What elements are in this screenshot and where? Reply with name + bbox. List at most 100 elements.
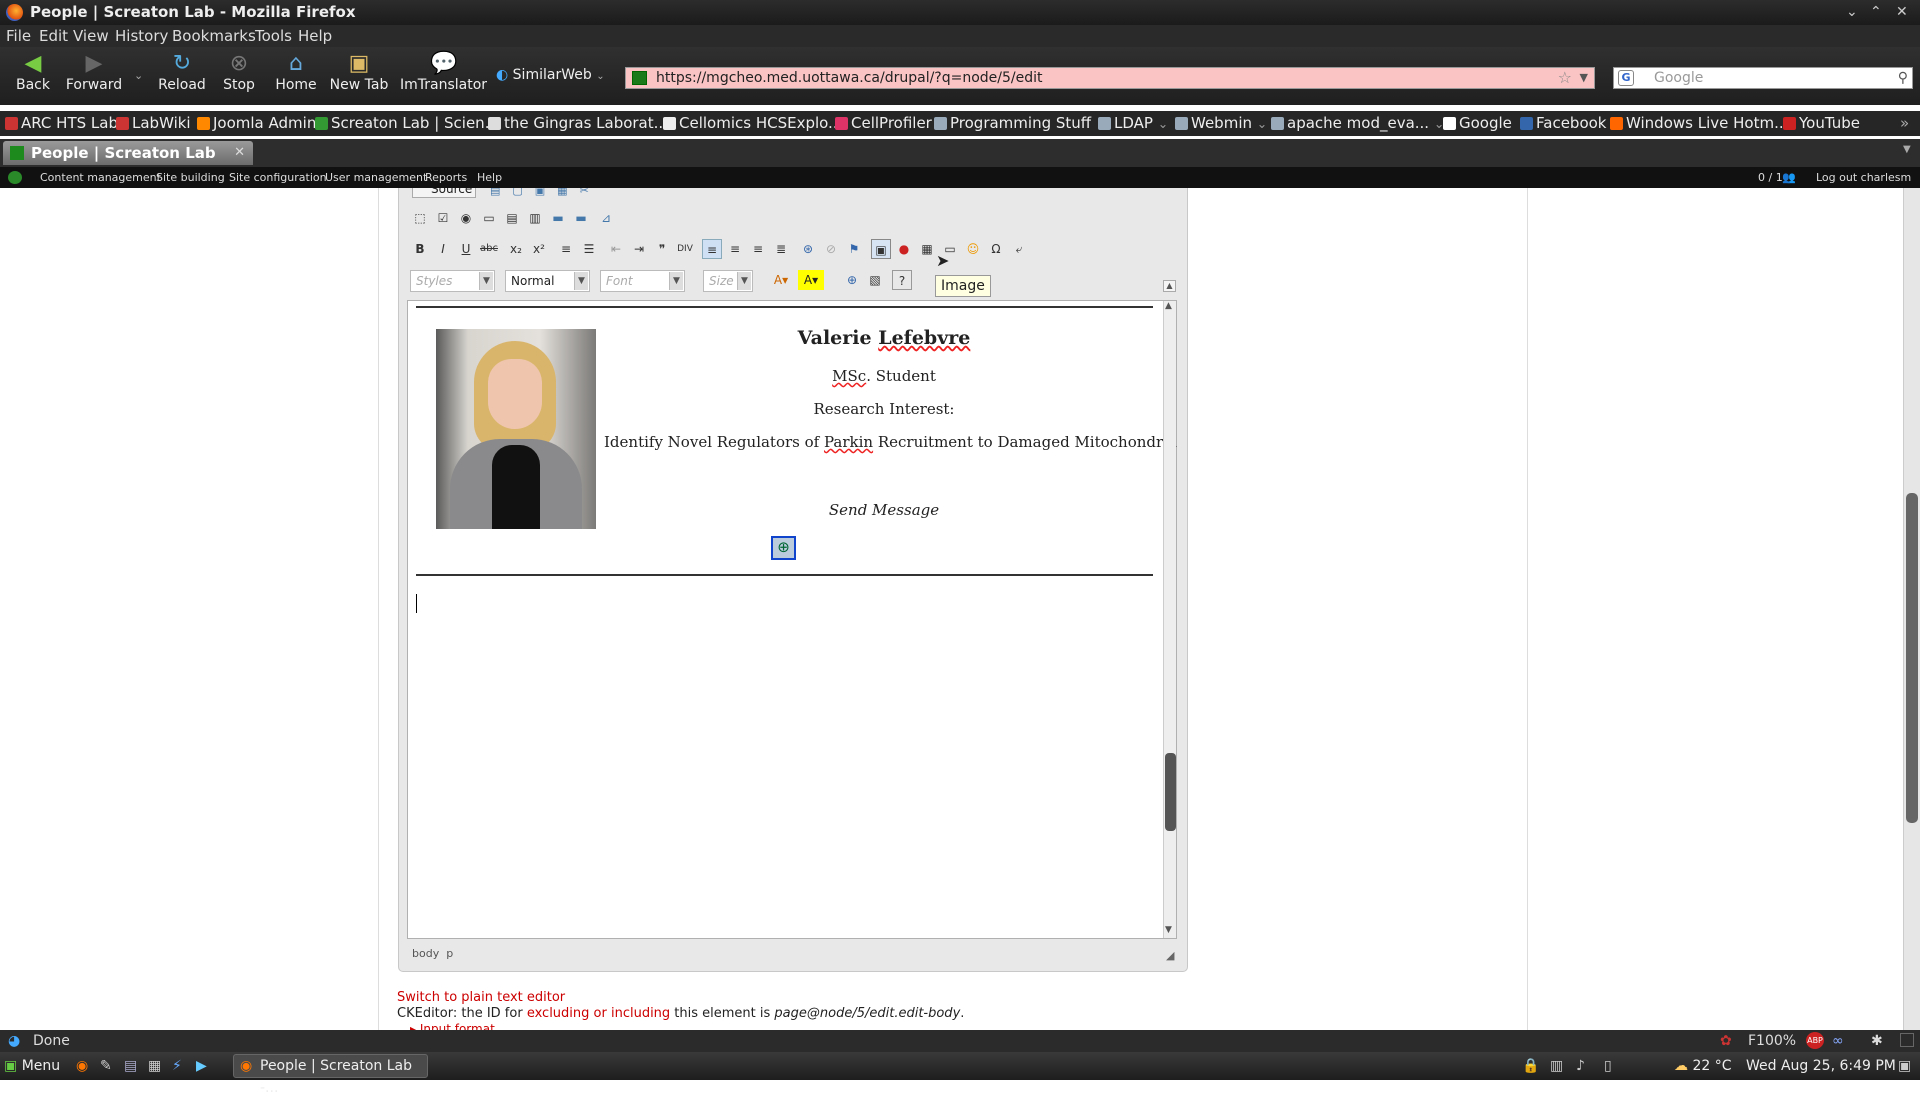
site-identity-icon[interactable] <box>632 71 647 85</box>
maximize-icon[interactable]: ⌃ <box>1870 0 1882 25</box>
menu-help[interactable]: Help <box>298 25 332 47</box>
page-scrollbar-thumb[interactable] <box>1906 493 1918 823</box>
superscript-icon[interactable]: x² <box>529 239 549 259</box>
url-dropdown-icon[interactable]: ▼ <box>1580 68 1588 88</box>
blockquote-icon[interactable]: ❞ <box>652 239 672 259</box>
outdent-icon[interactable]: ⇤ <box>606 239 626 259</box>
admin-menu-content-management[interactable]: Content management <box>40 167 161 188</box>
tab-list-icon[interactable]: ▼ <box>1903 144 1911 155</box>
url-bar[interactable]: https://mgcheo.med.uottawa.ca/drupal/?q=… <box>625 67 1595 89</box>
infinity-icon[interactable]: ∞ <box>1832 1030 1844 1052</box>
source-button[interactable]: Source <box>412 188 476 198</box>
special-char-icon[interactable]: Ω <box>986 239 1006 259</box>
editor-launcher-icon[interactable]: ✎ <box>100 1052 112 1080</box>
resize-handle-icon[interactable]: ◢ <box>1166 949 1178 962</box>
scroll-down-icon[interactable]: ▼ <box>1165 925 1172 935</box>
bookmark-item[interactable]: Facebook <box>1520 111 1606 136</box>
google-engine-icon[interactable]: G <box>1618 70 1634 86</box>
image-icon[interactable]: ▣ <box>871 239 891 259</box>
show-blocks-icon[interactable]: ▧ <box>865 270 885 290</box>
tab-people-screaton-lab[interactable]: People | Screaton Lab ✕ <box>3 141 253 165</box>
strike-icon[interactable]: abc <box>479 239 499 259</box>
admin-menu-user-management[interactable]: User management <box>325 167 427 188</box>
textarea-icon[interactable]: ▤ <box>502 208 522 228</box>
numbered-list-icon[interactable]: ≡ <box>556 239 576 259</box>
clock[interactable]: Wed Aug 25, 6:49 PM <box>1746 1052 1896 1080</box>
justify-icon[interactable]: ≣ <box>771 239 791 259</box>
bookmarks-overflow-icon[interactable]: » <box>1900 111 1909 136</box>
bookmark-folder[interactable]: LDAP ⌄ <box>1098 111 1168 136</box>
status-panel-icon[interactable] <box>1900 1033 1914 1047</box>
admin-menu-reports[interactable]: Reports <box>425 167 467 188</box>
editor-scrollbar[interactable]: ▲ ▼ <box>1163 301 1176 938</box>
bookmark-item[interactable]: Google <box>1443 111 1512 136</box>
tray-icon[interactable]: ▣ <box>1898 1052 1911 1080</box>
bookmark-item[interactable]: Windows Live Hotm... <box>1610 111 1788 136</box>
radio-icon[interactable]: ◉ <box>456 208 476 228</box>
format-combo[interactable]: Normal ▼ <box>505 270 590 292</box>
drupal-icon[interactable] <box>8 171 22 184</box>
checkbox-icon[interactable]: ☑ <box>433 208 453 228</box>
page-break-icon[interactable]: ⤶ <box>1009 239 1029 259</box>
toolbar-row-1-icons[interactable]: ▤▢▣▦✂▥▧▨▩▤◇↶↷▦▦▣▤ <box>490 188 850 198</box>
font-combo[interactable]: Font ▼ <box>600 270 685 292</box>
send-message-link[interactable]: Send Message <box>604 501 1164 519</box>
flash-launcher-icon[interactable]: ⚡ <box>172 1052 182 1080</box>
indent-icon[interactable]: ⇥ <box>629 239 649 259</box>
table-icon[interactable]: ▦ <box>917 239 937 259</box>
link-icon[interactable]: ⊛ <box>798 239 818 259</box>
div-container-icon[interactable]: DIV <box>675 239 695 259</box>
zoom-level[interactable]: F100% <box>1748 1030 1796 1052</box>
bookmark-item[interactable]: CellProfiler <box>835 111 932 136</box>
addon-icon[interactable]: ✿ <box>1720 1030 1732 1052</box>
imtranslator-button[interactable]: 💬 ImTranslator <box>400 53 487 94</box>
media-launcher-icon[interactable]: ▶ <box>196 1052 207 1080</box>
align-left-icon[interactable]: ≡ <box>702 239 722 259</box>
lock-icon[interactable]: 🔒 <box>1522 1052 1539 1080</box>
close-tab-icon[interactable]: ✕ <box>234 141 245 165</box>
bookmark-star-icon[interactable]: ☆ <box>1558 68 1572 88</box>
unlink-icon[interactable]: ⊘ <box>821 239 841 259</box>
profile-photo[interactable] <box>436 329 596 529</box>
bookmark-item[interactable]: ARC HTS Lab <box>5 111 118 136</box>
network-icon[interactable]: ▥ <box>1550 1052 1563 1080</box>
bookmark-folder[interactable]: apache mod_eva... ⌄ <box>1271 111 1444 136</box>
bookmark-item[interactable]: Screaton Lab | Scien... <box>315 111 499 136</box>
textfield-icon[interactable]: ▭ <box>479 208 499 228</box>
form-icon[interactable]: ⬚ <box>410 208 430 228</box>
menu-bookmarks[interactable]: Bookmarks <box>172 25 256 47</box>
bookmark-item[interactable]: the Gingras Laborat... <box>488 111 668 136</box>
text-color-icon[interactable]: A▾ <box>768 270 794 290</box>
menu-file[interactable]: File <box>6 25 31 47</box>
italic-icon[interactable]: I <box>433 239 453 259</box>
scroll-up-icon[interactable]: ▲ <box>1165 301 1172 311</box>
bold-icon[interactable]: B <box>410 239 430 259</box>
admin-menu-help[interactable]: Help <box>477 167 502 188</box>
background-color-icon[interactable]: A▾ <box>798 270 824 290</box>
subscript-icon[interactable]: x₂ <box>506 239 526 259</box>
bookmark-folder[interactable]: Webmin ⌄ <box>1175 111 1267 136</box>
hidden-field-icon[interactable]: ⊿ <box>596 208 616 228</box>
image-button-icon[interactable]: ▬ <box>571 208 591 228</box>
select-icon[interactable]: ▥ <box>525 208 545 228</box>
notes-launcher-icon[interactable]: ▤ <box>124 1052 137 1080</box>
home-button[interactable]: ⌂ Home <box>263 53 329 94</box>
gear-icon[interactable]: ✱ <box>1871 1030 1883 1052</box>
back-to-top-icon[interactable]: ⊕ <box>771 536 796 560</box>
back-button[interactable]: ◀ Back <box>0 53 66 94</box>
adblock-icon[interactable]: ABP <box>1806 1032 1824 1049</box>
switch-editor-link[interactable]: Switch to plain text editor <box>397 990 565 1005</box>
menu-tools[interactable]: Tools <box>255 25 292 47</box>
history-dropdown-icon[interactable]: ⌄ <box>134 69 143 82</box>
menu-history[interactable]: History <box>115 25 168 47</box>
button-icon[interactable]: ▬ <box>548 208 568 228</box>
path-p[interactable]: p <box>446 947 453 960</box>
forward-button[interactable]: ▶ Forward <box>61 53 127 94</box>
logout-link[interactable]: Log out charlesm <box>1816 167 1911 188</box>
collapse-toolbar-icon[interactable]: ▲ <box>1163 280 1176 292</box>
bulleted-list-icon[interactable]: ☰ <box>579 239 599 259</box>
excluding-including-link[interactable]: excluding or including <box>527 1006 670 1021</box>
editor-scrollbar-thumb[interactable] <box>1165 753 1176 831</box>
battery-icon[interactable]: ▯ <box>1604 1052 1612 1080</box>
search-bar[interactable]: G Google ⚲ <box>1613 67 1913 89</box>
